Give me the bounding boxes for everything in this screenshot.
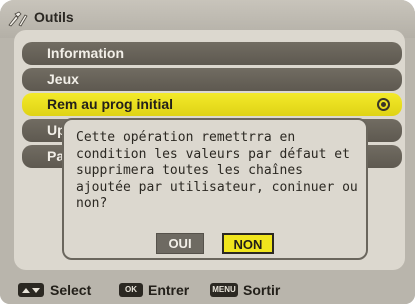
key-hint-bar: Select OK Entrer MENU Sortir (0, 276, 415, 304)
arrows-key-icon (18, 283, 44, 297)
page-title: Outils (34, 9, 74, 25)
tv-screen: Outils Information Jeux Rem au prog init… (0, 0, 415, 304)
dialog-message-line: ajoutée par utilisateur, coninuer ou (76, 179, 358, 195)
menu-item-label: Jeux (47, 71, 79, 87)
select-hint: Select (50, 282, 92, 298)
selected-radio-icon (377, 98, 390, 111)
menu-key-icon: MENU (210, 283, 238, 297)
no-button[interactable]: NON (222, 233, 274, 254)
yes-button[interactable]: OUI (156, 233, 204, 254)
dialog-message-line: condition les valeurs par défaut et (76, 146, 350, 162)
dialog-message-line: non? (76, 196, 108, 211)
menu-item-information[interactable]: Information (22, 42, 402, 65)
enter-hint: Entrer (148, 282, 190, 298)
confirm-dialog: Cette opération remettrra en condition l… (62, 118, 368, 260)
menu-item-reset-defaults[interactable]: Rem au prog initial (22, 93, 402, 116)
menu-item-label: Information (47, 45, 124, 61)
menu-item-label: Rem au prog initial (47, 96, 174, 112)
tools-icon (8, 11, 28, 27)
dialog-message: Cette opération remettrra en condition l… (76, 130, 362, 213)
exit-hint: Sortir (243, 282, 281, 298)
dialog-message-line: supprimera toutes les chaînes (76, 163, 303, 178)
ok-key-icon: OK (119, 283, 143, 297)
menu-item-jeux[interactable]: Jeux (22, 68, 402, 91)
dialog-message-line: Cette opération remettrra en (76, 130, 296, 145)
